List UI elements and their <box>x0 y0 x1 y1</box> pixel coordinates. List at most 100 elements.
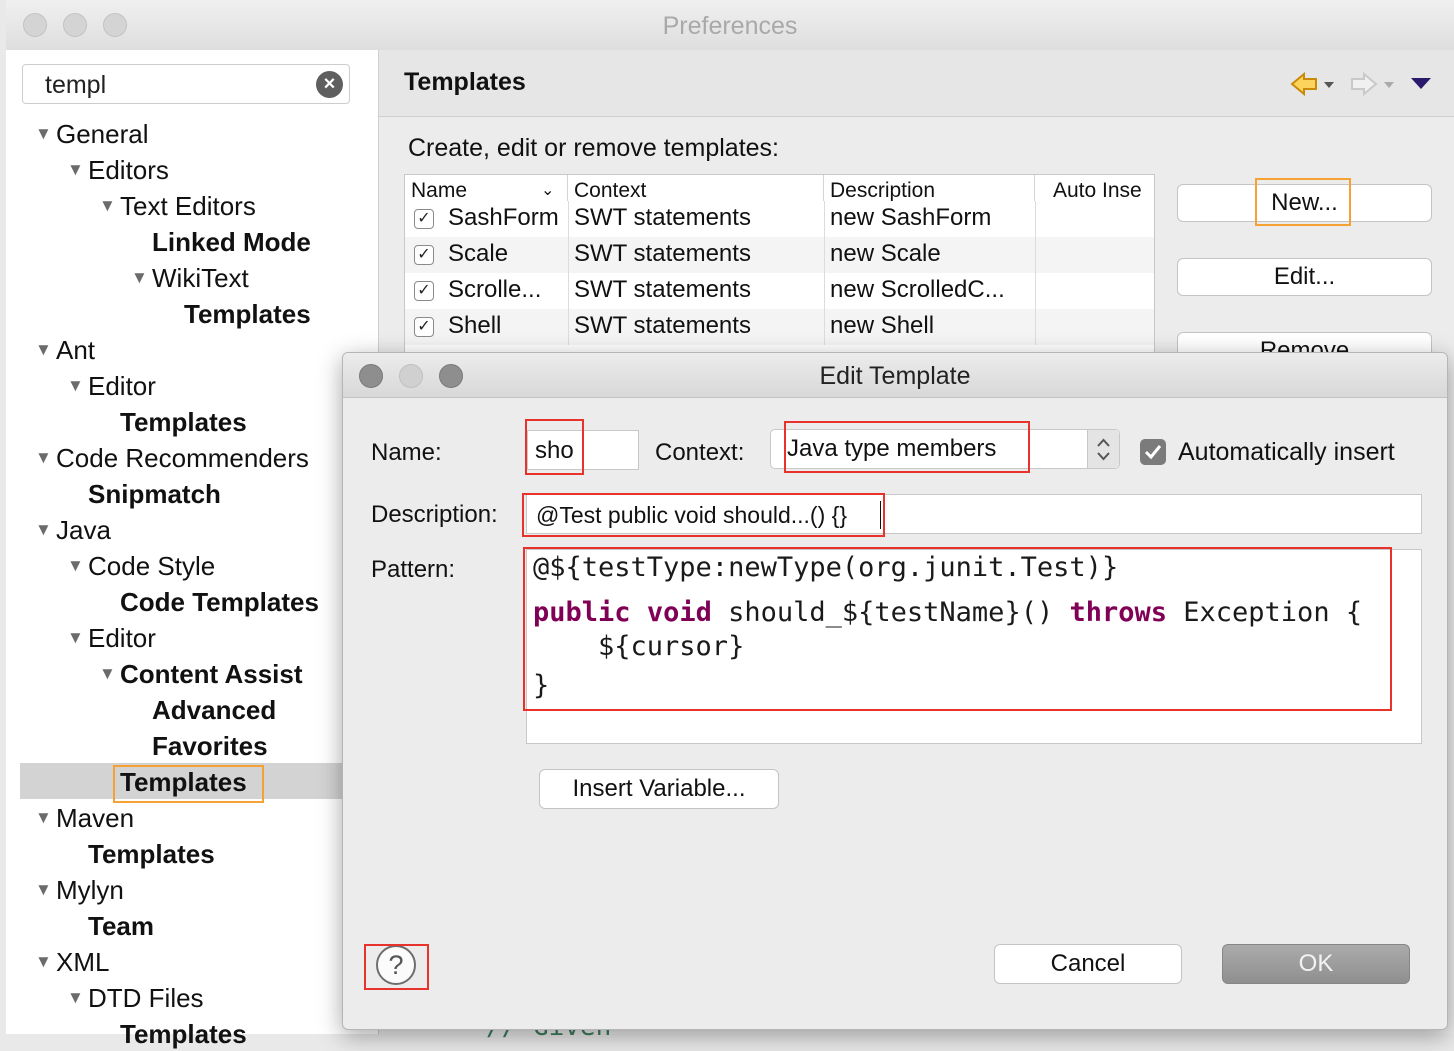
cell-name: Scale <box>448 240 509 267</box>
auto-insert-checkbox[interactable] <box>1140 439 1166 465</box>
expand-triangle-icon[interactable]: ▼ <box>67 621 84 655</box>
tree-item-label: Mylyn <box>56 875 124 905</box>
expand-triangle-icon[interactable]: ▼ <box>67 153 84 187</box>
tree-item-label: Favorites <box>152 731 268 761</box>
table-row[interactable]: ✓ Scrolle... SWT statements new ScrolledC..… <box>405 273 1154 309</box>
insert-variable-button[interactable]: Insert Variable... <box>539 769 779 809</box>
dialog-title-bar: Edit Template <box>343 353 1447 398</box>
table-row[interactable]: ✓ Scale SWT statements new Scale <box>405 237 1154 273</box>
tree-item-label: Editor <box>88 623 156 653</box>
tree-item-label: WikiText <box>152 263 249 293</box>
checkmark-icon <box>1144 445 1162 460</box>
tree-item-label: Advanced <box>152 695 277 725</box>
column-divider <box>568 201 569 237</box>
cell-description: new SashForm <box>830 204 992 231</box>
preference-tree-pane: × ▼General▼Editors▼Text EditorsLinked Mo… <box>6 50 379 1049</box>
filter-field[interactable]: × <box>22 64 350 104</box>
clear-filter-icon[interactable]: × <box>316 71 343 98</box>
forward-arrow-icon <box>1351 71 1394 97</box>
annotation-box <box>522 493 885 537</box>
page-title: Templates <box>404 68 526 96</box>
enabled-checkbox[interactable]: ✓ <box>414 281 434 301</box>
expand-triangle-icon[interactable]: ▼ <box>35 441 52 475</box>
expand-triangle-icon[interactable]: ▼ <box>35 945 52 979</box>
tree-item-label: XML <box>56 947 110 977</box>
forward-nav-button[interactable] <box>1348 70 1398 105</box>
expand-triangle-icon[interactable]: ▼ <box>67 549 84 583</box>
window-title: Preferences <box>662 12 798 40</box>
title-bar: Preferences <box>6 0 1454 51</box>
back-nav-button[interactable] <box>1288 70 1338 105</box>
expand-triangle-icon[interactable]: ▼ <box>67 981 84 1015</box>
enabled-checkbox[interactable]: ✓ <box>414 209 434 229</box>
cell-context: SWT statements <box>574 204 751 231</box>
auto-insert-label: Automatically insert <box>1178 438 1395 466</box>
annotation-box <box>364 944 429 990</box>
expand-triangle-icon[interactable]: ▼ <box>35 801 52 835</box>
column-divider <box>824 201 825 237</box>
tree-item-label: Content Assist <box>120 659 303 689</box>
tree-item-label: Text Editors <box>120 191 256 221</box>
tree-item-label: Team <box>88 911 154 941</box>
ok-button[interactable]: OK <box>1222 944 1410 984</box>
table-row[interactable]: ✓ SashForm SWT statements new SashForm <box>405 201 1154 237</box>
templates-table: Name ⌄ Context Description Auto Inse ✓ Sa… <box>404 174 1155 356</box>
tree-item-label: Code Style <box>88 551 216 581</box>
tree-item-label: Templates <box>88 839 215 869</box>
chevron-down-icon <box>1411 78 1431 89</box>
column-divider <box>824 273 825 309</box>
tree-item-label: Code Recommenders <box>56 443 309 473</box>
cell-context: SWT statements <box>574 312 751 339</box>
expand-triangle-icon[interactable]: ▼ <box>67 369 84 403</box>
tree-item-label: Editor <box>88 371 156 401</box>
tree-item-label: General <box>56 119 149 149</box>
tree-item-label: Linked Mode <box>152 227 311 257</box>
select-stepper-icon <box>1087 430 1119 468</box>
enabled-checkbox[interactable]: ✓ <box>414 317 434 337</box>
expand-triangle-icon[interactable]: ▼ <box>35 117 52 151</box>
cell-description: new Shell <box>830 312 935 339</box>
filter-input[interactable] <box>43 69 307 101</box>
column-divider <box>568 309 569 345</box>
column-divider <box>1035 237 1036 273</box>
description-label: Description: <box>371 501 498 528</box>
column-divider <box>568 273 569 309</box>
cell-description: new ScrolledC... <box>830 276 1005 303</box>
cell-context: SWT statements <box>574 240 751 267</box>
expand-triangle-icon[interactable]: ▼ <box>99 657 116 691</box>
annotation-box <box>525 419 584 475</box>
tree-item-label: Ant <box>56 335 96 365</box>
page-header: Templates <box>379 50 1454 117</box>
column-divider <box>824 309 825 345</box>
expand-triangle-icon[interactable]: ▼ <box>35 513 52 547</box>
expand-triangle-icon[interactable]: ▼ <box>131 261 148 295</box>
annotation-box <box>784 421 1030 473</box>
tree-item-label: Snipmatch <box>88 479 221 509</box>
expand-triangle-icon[interactable]: ▼ <box>35 873 52 907</box>
tree-item-label: Maven <box>56 803 135 833</box>
cell-name: Scrolle... <box>448 276 542 303</box>
enabled-checkbox[interactable]: ✓ <box>414 245 434 265</box>
column-divider <box>1035 309 1036 345</box>
tree-item-label: Templates <box>184 299 311 329</box>
edit-template-dialog: Edit Template Name: sho Context: Java ty… <box>342 352 1448 1030</box>
view-menu-button[interactable] <box>1409 76 1433 97</box>
pattern-label: Pattern: <box>371 556 456 583</box>
highlight-box <box>113 765 264 803</box>
table-row[interactable]: ✓ Shell SWT statements new Shell <box>405 309 1154 345</box>
edit-template-button[interactable]: Edit... <box>1177 258 1432 296</box>
context-label: Context: <box>655 439 745 466</box>
tree-item-label: Templates <box>120 407 247 437</box>
cell-name: Shell <box>448 312 502 339</box>
expand-triangle-icon[interactable]: ▼ <box>35 333 52 367</box>
tree-item-label: Java <box>56 515 111 545</box>
cell-context: SWT statements <box>574 276 751 303</box>
tree-item-label: DTD Files <box>88 983 204 1013</box>
tree-item-label: Templates <box>120 1019 247 1049</box>
tree-item-label: Code Templates <box>120 587 319 617</box>
expand-triangle-icon[interactable]: ▼ <box>99 189 116 223</box>
column-divider <box>824 237 825 273</box>
cancel-button[interactable]: Cancel <box>994 944 1182 984</box>
name-label: Name: <box>371 439 442 466</box>
column-divider <box>1035 273 1036 309</box>
